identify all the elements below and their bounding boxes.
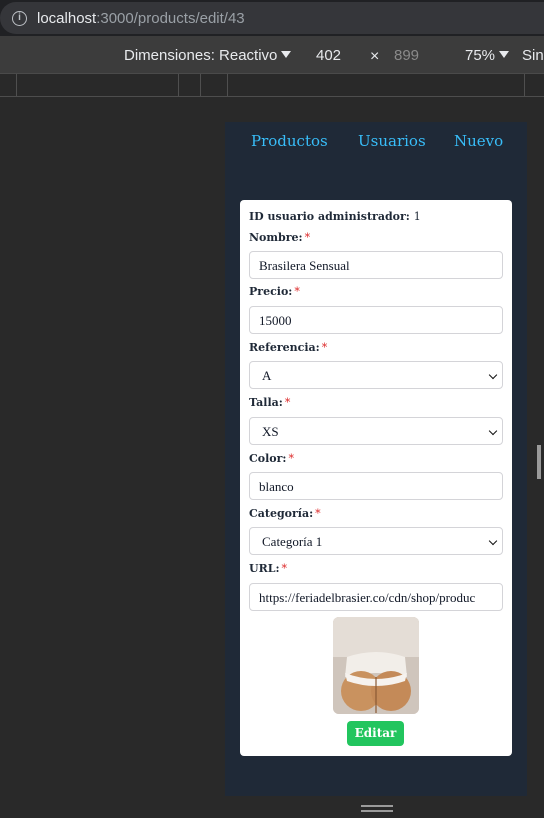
- required-mark: *: [315, 507, 321, 520]
- info-icon[interactable]: i: [12, 11, 27, 26]
- ruler-tick: [200, 74, 201, 96]
- talla-selected: XS: [262, 424, 279, 439]
- color-input[interactable]: blanco: [249, 472, 503, 500]
- ruler-tick: [227, 74, 228, 96]
- width-input[interactable]: 402: [316, 47, 341, 64]
- nombre-label: Nombre: *: [249, 231, 311, 244]
- url-input[interactable]: https://feriadelbrasier.co/cdn/shop/prod…: [249, 583, 503, 611]
- resize-handle-bottom[interactable]: [361, 805, 393, 812]
- omnibox[interactable]: i localhost:3000/products/edit/43: [0, 2, 544, 34]
- nav-link-productos[interactable]: Productos: [251, 132, 328, 150]
- device-viewport: Productos Usuarios Nuevo ID usuario admi…: [225, 122, 527, 796]
- nav-link-usuarios[interactable]: Usuarios: [358, 132, 426, 150]
- talla-select[interactable]: XS: [249, 417, 503, 445]
- required-mark: *: [284, 396, 291, 409]
- height-input[interactable]: 899: [394, 47, 419, 64]
- ruler-tick: [524, 74, 525, 96]
- product-image: [333, 617, 419, 714]
- referencia-label: Referencia: *: [249, 341, 328, 354]
- caret-down-icon: [499, 51, 510, 58]
- categoria-select[interactable]: Categoría 1: [249, 527, 503, 555]
- admin-id-text: ID usuario administrador: 1: [249, 210, 421, 223]
- top-nav: Productos Usuarios Nuevo: [225, 122, 527, 162]
- edit-product-form: ID usuario administrador: 1 Nombre: * Bra…: [240, 200, 512, 756]
- ruler-tick: [178, 74, 179, 96]
- required-mark: *: [294, 285, 300, 298]
- resize-handle-right[interactable]: [537, 445, 541, 479]
- referencia-select[interactable]: A: [249, 361, 503, 389]
- zoom-dropdown[interactable]: 75%: [465, 47, 510, 64]
- chevron-down-icon: [488, 536, 498, 546]
- zoom-label: 75%: [465, 47, 496, 64]
- nombre-input[interactable]: Brasilera Sensual: [249, 251, 503, 279]
- caret-down-icon: [281, 51, 292, 58]
- required-mark: *: [321, 341, 328, 354]
- chevron-down-icon: [488, 370, 498, 380]
- required-mark: *: [288, 452, 294, 465]
- admin-id-label: ID usuario administrador:: [249, 210, 410, 223]
- url-label: URL: *: [249, 562, 288, 575]
- talla-label: Talla: *: [249, 396, 291, 409]
- required-mark: *: [304, 231, 311, 244]
- categoria-label: Categoría: *: [249, 507, 321, 520]
- admin-id-value: 1: [413, 210, 421, 223]
- dimensions-label: Dimensiones: Reactivo: [124, 47, 278, 64]
- media-query-ruler[interactable]: [0, 74, 544, 97]
- dimensions-dropdown[interactable]: Dimensiones: Reactivo: [124, 47, 292, 64]
- url-text[interactable]: localhost:3000/products/edit/43: [37, 10, 245, 27]
- categoria-selected: Categoría 1: [262, 534, 323, 549]
- url-path: :3000/products/edit/43: [96, 10, 245, 27]
- ruler-tick: [16, 74, 17, 96]
- referencia-selected: A: [262, 368, 272, 383]
- url-host: localhost: [37, 10, 97, 27]
- chevron-down-icon: [488, 426, 498, 436]
- nav-link-nuevo[interactable]: Nuevo: [454, 132, 503, 150]
- throttle-dropdown[interactable]: Sin: [522, 47, 544, 64]
- address-bar: i localhost:3000/products/edit/43: [0, 0, 544, 36]
- precio-input[interactable]: 15000: [249, 306, 503, 334]
- times-icon: ×: [370, 48, 380, 65]
- required-mark: *: [281, 562, 288, 575]
- device-toolbar: Dimensiones: Reactivo 402 × 899 75% Sin: [0, 36, 544, 74]
- precio-label: Precio: *: [249, 285, 300, 298]
- color-label: Color: *: [249, 452, 294, 465]
- editar-button[interactable]: Editar: [347, 721, 404, 746]
